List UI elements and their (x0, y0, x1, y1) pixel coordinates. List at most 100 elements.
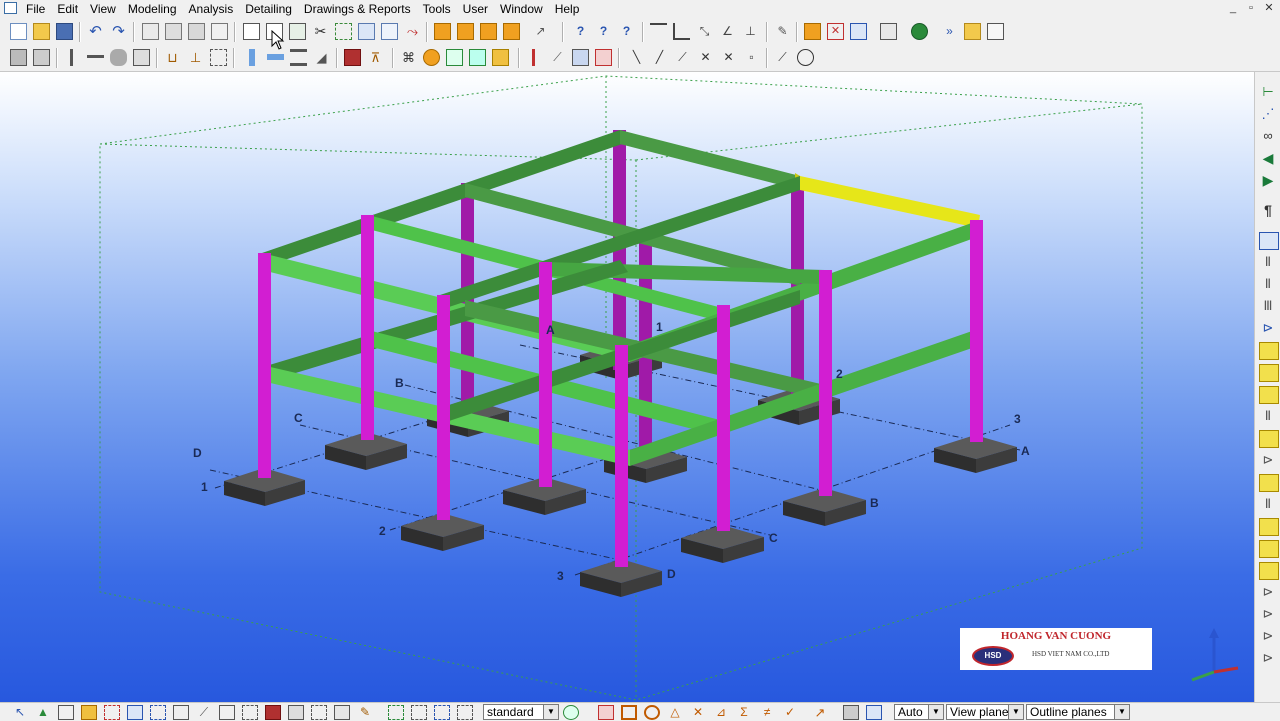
new-model-icon[interactable] (10, 23, 27, 40)
model-viewport[interactable]: 1 2 3 D C B A A B C D 1 2 3 HOANG VAN CU… (0, 72, 1254, 702)
polybeam-icon[interactable] (110, 49, 127, 66)
filter-icon[interactable] (211, 23, 228, 40)
connection-icon[interactable]: ⊳ (1259, 584, 1277, 600)
load-group-icon[interactable] (469, 49, 486, 66)
ball-icon[interactable] (423, 49, 440, 66)
unlock-icon[interactable] (33, 49, 50, 66)
connection-icon[interactable]: ⊳ (1259, 606, 1277, 622)
beam-icon[interactable] (87, 55, 104, 72)
binoculars-icon[interactable]: ∞ (1259, 128, 1277, 144)
chevron-down-icon[interactable]: ▼ (1008, 705, 1023, 719)
copy-icon[interactable] (142, 23, 159, 40)
snap-line-extension-icon[interactable]: ≠ (759, 705, 775, 720)
select-assembly-icon[interactable] (388, 705, 404, 720)
snap-direction-icon[interactable]: ↗ (812, 705, 828, 720)
point-icon[interactable]: ⋰ (1259, 106, 1277, 122)
view-list-icon[interactable] (289, 23, 306, 40)
select-plane-icon[interactable] (288, 705, 304, 720)
menu-modeling[interactable]: Modeling (128, 1, 183, 17)
grid-icon[interactable]: ⊢ (1259, 84, 1277, 100)
snap-center-icon[interactable] (797, 49, 814, 66)
close-button[interactable]: ✕ (1260, 1, 1278, 16)
connection-icon[interactable]: Ⅱ (1259, 496, 1277, 512)
create-view-icon[interactable] (243, 23, 260, 40)
snap-intersection-icon[interactable]: ✕ (690, 705, 706, 720)
detail-cut-icon[interactable] (595, 49, 612, 66)
minimize-button[interactable]: _ (1224, 1, 1242, 16)
select-connection-icon[interactable] (104, 705, 120, 720)
connection-icon[interactable] (1259, 342, 1279, 360)
select-bolt-icon[interactable] (242, 705, 258, 720)
menu-user[interactable]: User (463, 1, 494, 17)
column[interactable] (717, 305, 730, 531)
connection-icon[interactable]: ⊳ (1259, 320, 1277, 336)
column[interactable] (615, 345, 628, 567)
load-icon[interactable] (446, 49, 463, 66)
macros-icon[interactable]: » (941, 23, 958, 40)
open-model-icon[interactable] (33, 23, 50, 40)
connection-icon[interactable]: ⊳ (1259, 650, 1277, 666)
connection-icon[interactable]: Ⅱ (1259, 254, 1277, 270)
connection-icon[interactable] (1259, 562, 1279, 580)
measure-free-icon[interactable]: ⤡ (696, 23, 713, 40)
redraw-icon[interactable]: ⤳ (404, 23, 421, 40)
inquire-object-icon[interactable]: ? (595, 23, 612, 40)
work-plane-combo[interactable]: View plane ▼ (946, 704, 1024, 720)
connection-icon[interactable]: ⊳ (1259, 628, 1277, 644)
detail-brace-icon[interactable]: ⟋ (549, 49, 566, 66)
arrow-left-icon[interactable]: ◀ (1259, 150, 1277, 166)
delete-icon[interactable]: ✕ (827, 23, 844, 40)
menu-help[interactable]: Help (555, 1, 586, 17)
part-icon[interactable] (434, 23, 451, 40)
menu-detailing[interactable]: Detailing (245, 1, 298, 17)
planes-combo[interactable]: Outline planes ▼ (1026, 704, 1130, 720)
assembly-icon[interactable] (457, 23, 474, 40)
select-point-icon[interactable] (334, 705, 350, 720)
snap-mode-combo[interactable]: Auto ▼ (894, 704, 944, 720)
select-object-icon[interactable] (411, 705, 427, 720)
app-icon[interactable] (4, 2, 17, 14)
snap-perp-icon[interactable]: ✕ (720, 49, 737, 66)
panel-icon[interactable]: ◢ (313, 49, 330, 66)
open-folder-icon[interactable] (964, 23, 981, 40)
snap-mid-icon[interactable]: ⟋ (674, 49, 691, 66)
concrete-column-icon[interactable] (249, 49, 255, 66)
snap-perpendicular-icon[interactable]: ⊿ (713, 705, 729, 720)
connection-icon[interactable]: Ⅱ (1259, 408, 1277, 424)
column[interactable] (539, 262, 552, 487)
save-icon[interactable] (56, 23, 73, 40)
snap-extension-icon[interactable]: Σ (736, 705, 752, 720)
snap-plane-icon[interactable] (843, 705, 859, 720)
paragraph-icon[interactable]: ¶ (1259, 202, 1277, 218)
menu-tools[interactable]: Tools (423, 1, 457, 17)
connection-icon[interactable] (1259, 430, 1279, 448)
filter-settings-icon[interactable] (563, 705, 579, 720)
select-grid-line-icon[interactable] (150, 705, 166, 720)
chevron-down-icon[interactable]: ▼ (928, 705, 943, 719)
snap-reference-icon[interactable] (598, 705, 614, 720)
detail-column-icon[interactable] (532, 49, 549, 66)
restore-button[interactable]: ▫ (1242, 1, 1260, 16)
connection-icon[interactable] (1259, 474, 1279, 492)
select-cut-icon[interactable]: ⟋ (196, 705, 212, 720)
plate-icon[interactable] (133, 49, 150, 66)
snap-view-icon[interactable] (866, 705, 882, 720)
clip-plane-icon[interactable]: ✂ (312, 23, 329, 40)
move-icon[interactable] (165, 23, 182, 40)
slab-icon[interactable] (290, 49, 307, 66)
connection-icon[interactable] (1259, 386, 1279, 404)
weld-icon[interactable]: ⊥ (187, 49, 204, 66)
pick-icon[interactable]: ✎ (774, 23, 791, 40)
organizer-icon[interactable] (880, 23, 897, 40)
connection-icon[interactable] (1259, 518, 1279, 536)
select-component-icon[interactable] (81, 705, 97, 720)
inquire-assembly-icon[interactable]: ? (618, 23, 635, 40)
select-surface-icon[interactable] (58, 705, 74, 720)
snap-free-icon[interactable]: ✓ (782, 705, 798, 720)
connection-icon[interactable]: Ⅲ (1259, 298, 1277, 314)
select-all-icon[interactable]: ↖ (12, 705, 28, 720)
select-weld-icon[interactable] (173, 705, 189, 720)
web-icon[interactable] (911, 23, 928, 40)
select-object-in-component-icon[interactable]: ✎ (357, 705, 373, 720)
bolt-icon[interactable]: ⊔ (164, 49, 181, 66)
